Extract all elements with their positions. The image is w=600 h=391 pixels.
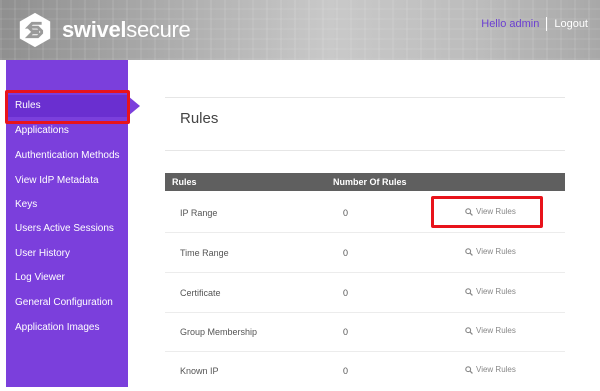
view-rules-link[interactable]: View Rules <box>465 287 516 296</box>
rule-name: Known IP <box>180 366 219 376</box>
search-icon <box>465 287 473 296</box>
brand-name: swivelsecure <box>62 17 191 43</box>
rule-count: 0 <box>343 366 349 376</box>
user-nav: Hello admin Logout <box>481 17 588 31</box>
table-row: Time Range 0 View Rules <box>165 233 565 273</box>
logout-link[interactable]: Logout <box>554 18 588 30</box>
page-title: Rules <box>180 110 219 127</box>
rule-count: 0 <box>343 208 349 218</box>
column-header-rules: Rules <box>172 177 197 187</box>
rule-count: 0 <box>343 288 349 298</box>
logo[interactable]: swivelsecure <box>16 11 191 49</box>
rule-name: Group Membership <box>180 327 258 337</box>
brand-bold: swivel <box>62 17 127 42</box>
sidebar-item-general-configuration[interactable]: General Configuration <box>6 292 128 314</box>
highlight-box-view-rules <box>431 196 543 228</box>
search-icon <box>465 247 473 256</box>
swivel-logo-icon <box>19 12 51 48</box>
sidebar-item-keys[interactable]: Keys <box>6 194 128 216</box>
table-row: Group Membership 0 View Rules <box>165 312 565 352</box>
view-rules-link[interactable]: View Rules <box>465 326 516 335</box>
hello-admin-link[interactable]: Hello admin <box>481 18 539 30</box>
view-rules-link[interactable]: View Rules <box>465 365 516 374</box>
search-icon <box>465 365 473 374</box>
sidebar-item-application-images[interactable]: Application Images <box>6 317 128 339</box>
table-row: Known IP 0 View Rules <box>165 351 565 391</box>
sidebar-item-view-idp-metadata[interactable]: View IdP Metadata <box>6 170 128 192</box>
column-header-number-of-rules: Number Of Rules <box>333 177 407 187</box>
sidebar-item-user-history[interactable]: User History <box>6 243 128 265</box>
view-rules-link[interactable]: View Rules <box>465 247 516 256</box>
brand-light: secure <box>126 17 191 42</box>
table-header: Rules Number Of Rules <box>165 173 565 191</box>
divider <box>165 97 565 98</box>
nav-separator <box>546 17 548 31</box>
view-rules-label: View Rules <box>476 247 516 256</box>
sidebar-item-authentication-methods[interactable]: Authentication Methods <box>6 145 128 167</box>
rule-count: 0 <box>343 327 349 337</box>
rule-name: Time Range <box>180 248 229 258</box>
sidebar-item-log-viewer[interactable]: Log Viewer <box>6 267 128 289</box>
view-rules-label: View Rules <box>476 365 516 374</box>
rule-name: IP Range <box>180 208 218 218</box>
table-row: Certificate 0 View Rules <box>165 273 565 313</box>
view-rules-label: View Rules <box>476 326 516 335</box>
header-banner: swivelsecure Hello admin Logout <box>0 0 600 60</box>
highlight-box-rules <box>5 90 130 124</box>
view-rules-label: View Rules <box>476 287 516 296</box>
rule-name: Certificate <box>180 288 221 298</box>
sidebar-item-users-active-sessions[interactable]: Users Active Sessions <box>6 218 128 240</box>
rule-count: 0 <box>343 248 349 258</box>
divider <box>165 150 565 151</box>
search-icon <box>465 326 473 335</box>
